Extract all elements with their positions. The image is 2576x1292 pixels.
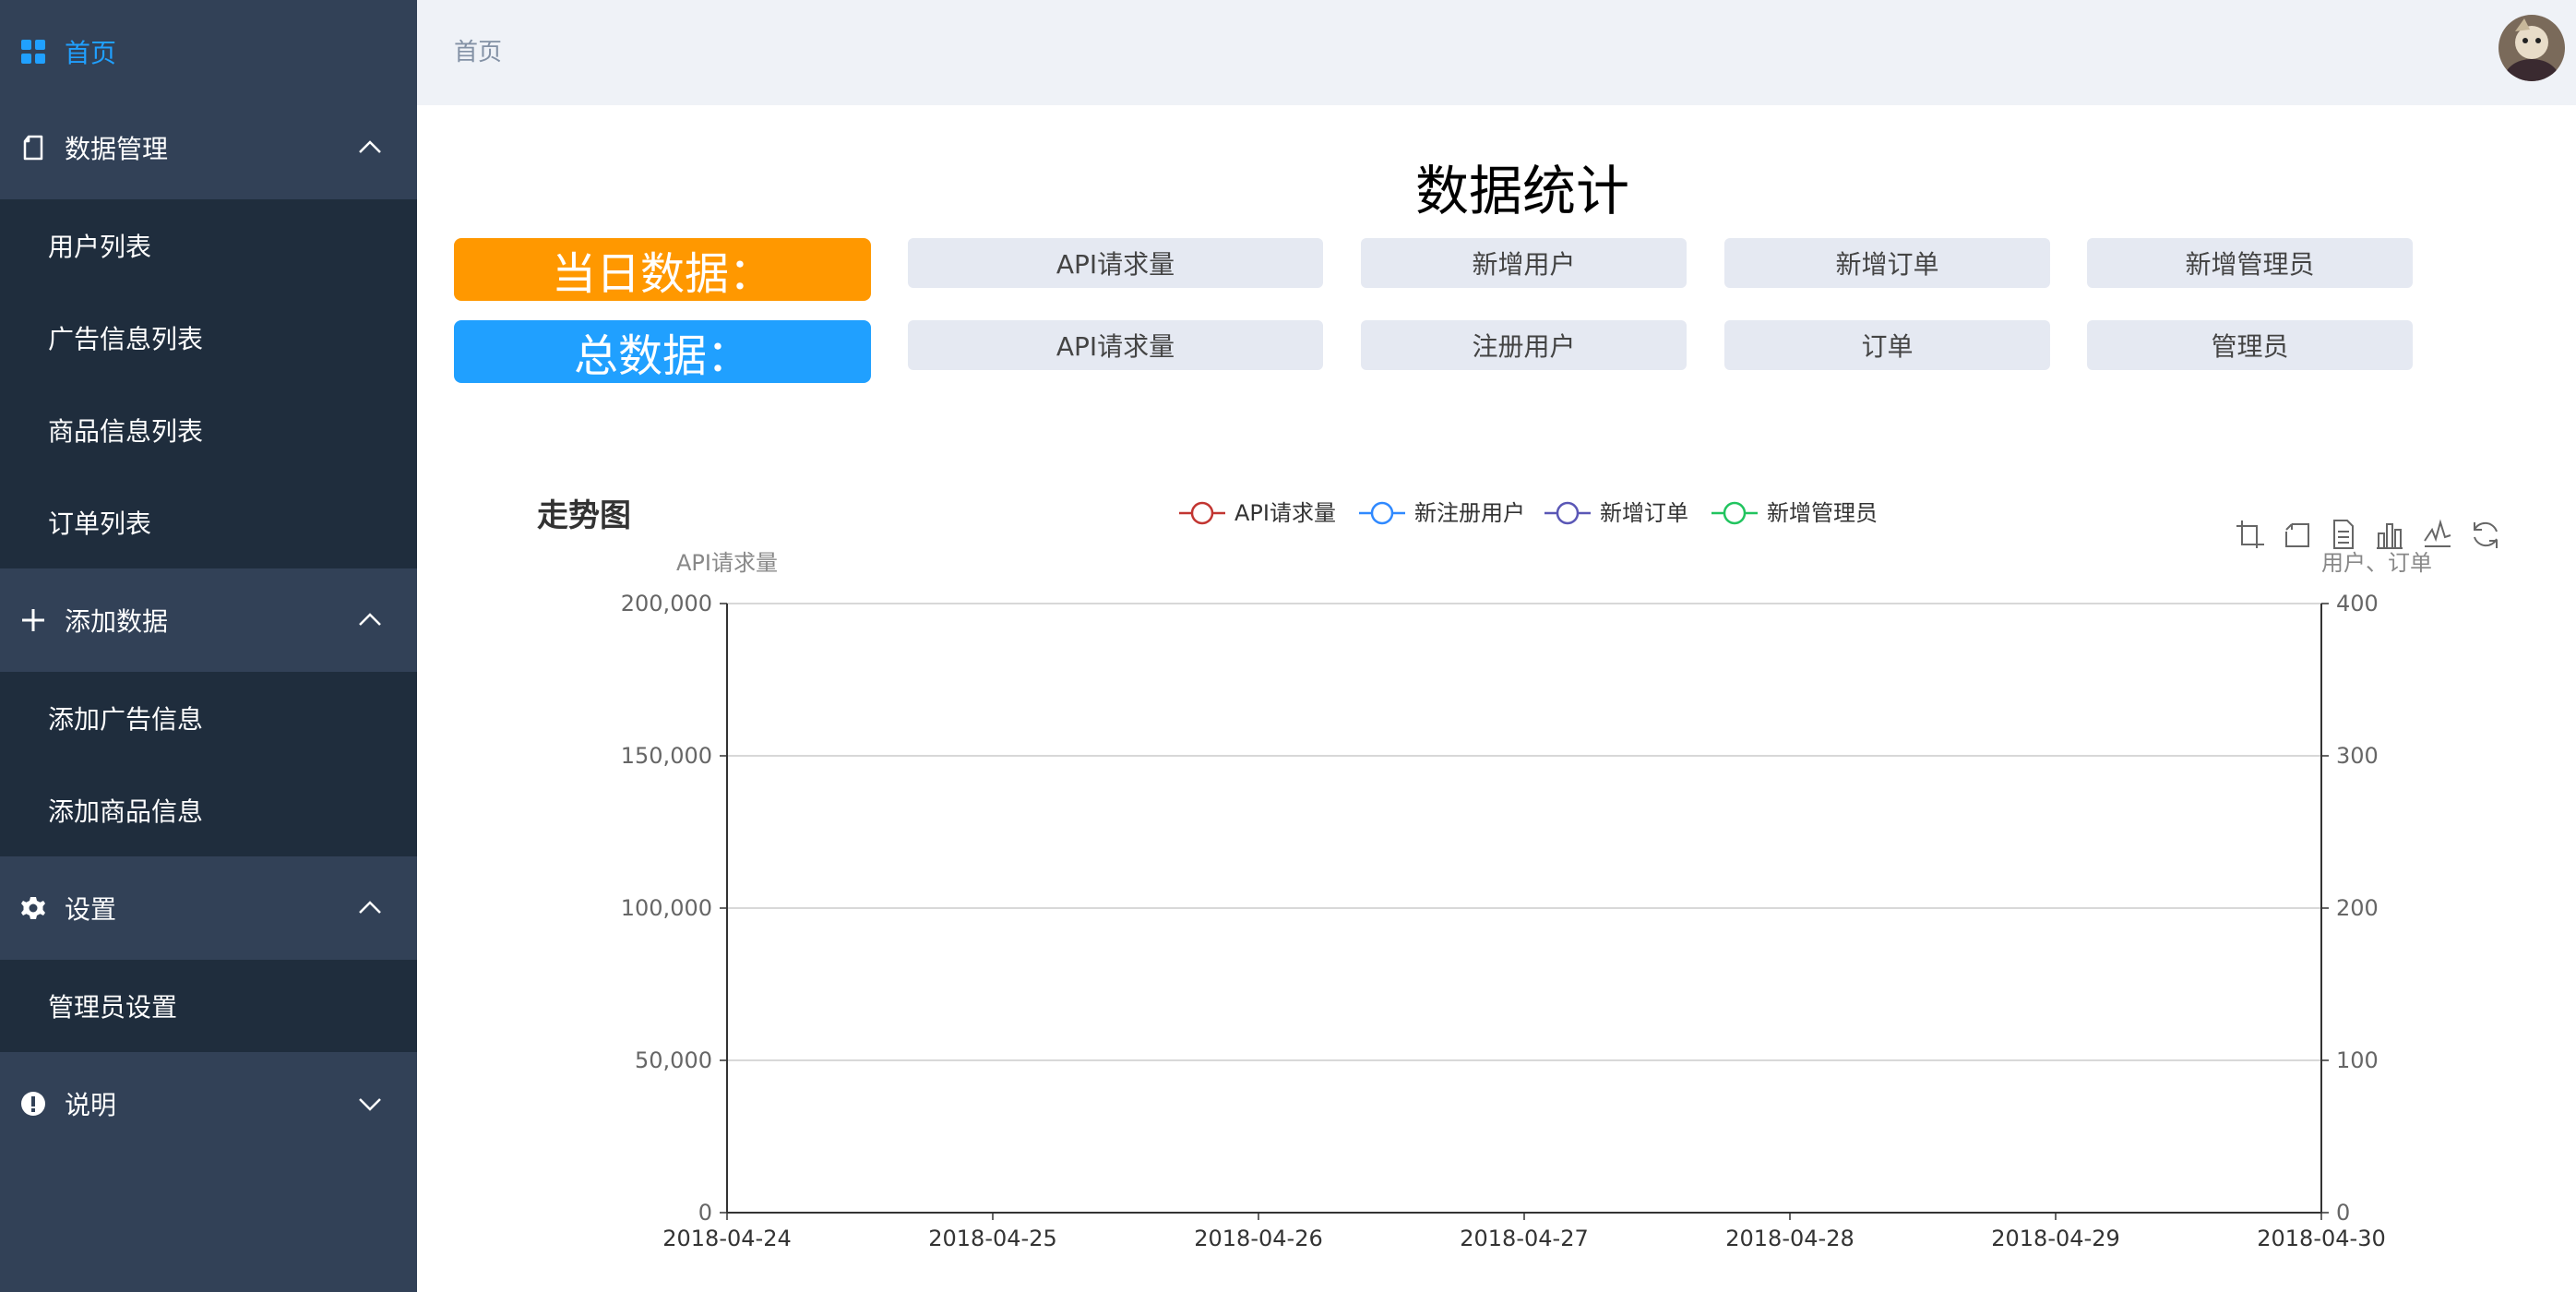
- y-left-tick-label: 150,000: [621, 743, 712, 769]
- sidebar-group-label: 添加数据: [65, 606, 169, 637]
- x-tick-label: 2018-04-27: [1460, 1226, 1588, 1251]
- x-tick-label: 2018-04-28: [1725, 1226, 1854, 1251]
- breadcrumb[interactable]: 首页: [454, 33, 502, 67]
- chart-title: 走势图: [537, 497, 631, 534]
- document-icon: [18, 133, 48, 162]
- zoom-reset-icon[interactable]: [2285, 523, 2309, 547]
- x-tick-label: 2018-04-29: [1991, 1226, 2119, 1251]
- chevron-up-icon: [359, 613, 381, 626]
- total-data-label: 总数据：: [454, 320, 871, 383]
- sidebar-group-add-data[interactable]: 添加数据: [0, 568, 417, 672]
- line-chart-icon[interactable]: [2424, 519, 2451, 547]
- y-right-tick-label: 200: [2336, 895, 2379, 921]
- y-left-tick-label: 200,000: [621, 591, 712, 616]
- total-orders: 订单: [1724, 320, 2050, 370]
- x-tick-label: 2018-04-25: [928, 1226, 1056, 1251]
- sidebar-item-user-list[interactable]: 用户列表: [0, 199, 417, 292]
- y-right-tick-label: 300: [2336, 743, 2379, 769]
- sidebar-group-label: 数据管理: [65, 134, 169, 164]
- legend-item[interactable]: 新注册用户: [1359, 500, 1525, 526]
- restore-icon[interactable]: [2474, 521, 2498, 548]
- y-left-tick-label: 0: [698, 1200, 712, 1226]
- sidebar-item-ad-list[interactable]: 广告信息列表: [0, 292, 417, 384]
- submenu-add-data: 添加广告信息 添加商品信息: [0, 672, 417, 856]
- total-registered-users: 注册用户: [1361, 320, 1687, 370]
- sidebar-group-data-management[interactable]: 数据管理: [0, 96, 417, 199]
- sidebar-group-settings[interactable]: 设置: [0, 856, 417, 960]
- legend-marker: [1723, 501, 1747, 525]
- sidebar-item-product-list[interactable]: 商品信息列表: [0, 384, 417, 476]
- plus-icon: [18, 605, 48, 635]
- legend-item[interactable]: 新增订单: [1544, 500, 1688, 526]
- legend-label: 新增订单: [1600, 500, 1688, 526]
- y-left-tick-label: 50,000: [635, 1047, 712, 1073]
- chart-toolbox: [2236, 519, 2498, 549]
- chevron-up-icon: [359, 901, 381, 914]
- sidebar-item-add-ad[interactable]: 添加广告信息: [0, 672, 417, 764]
- legend-marker: [1190, 501, 1214, 525]
- zoom-icon[interactable]: [2236, 520, 2264, 548]
- legend-item[interactable]: API请求量: [1179, 500, 1336, 526]
- x-tick-label: 2018-04-26: [1194, 1226, 1322, 1251]
- submenu-settings: 管理员设置: [0, 960, 417, 1052]
- today-new-admins: 新增管理员: [2087, 238, 2413, 288]
- header: 首页: [417, 0, 2576, 105]
- today-new-orders: 新增订单: [1724, 238, 2050, 288]
- chart-axes: 0 0 50,000 100 100,000 200 150,000 300 200,000 40…: [621, 591, 2386, 1251]
- y-left-tick-label: 100,000: [621, 895, 712, 921]
- total-admins: 管理员: [2087, 320, 2413, 370]
- x-tick-label: 2018-04-24: [662, 1226, 791, 1251]
- grid-icon: [18, 37, 48, 66]
- chart-grid: [727, 603, 2321, 1214]
- data-view-icon[interactable]: [2333, 520, 2354, 549]
- today-new-users: 新增用户: [1361, 238, 1687, 288]
- today-api-requests: API请求量: [908, 238, 1323, 288]
- user-avatar[interactable]: [2498, 15, 2565, 81]
- y-right-tick-label: 400: [2336, 591, 2379, 616]
- sidebar-item-home[interactable]: 首页: [0, 0, 417, 103]
- gear-icon: [18, 893, 48, 923]
- total-api-requests: API请求量: [908, 320, 1323, 370]
- today-data-label: 当日数据：: [454, 238, 871, 301]
- x-tick-label: 2018-04-30: [2257, 1226, 2385, 1251]
- sidebar-group-label: 说明: [65, 1090, 117, 1120]
- sidebar: 首页 数据管理 用户列表 广告信息列表 商品信息列表 订单列表 添加数据 添加广…: [0, 0, 417, 1292]
- legend-label: 新注册用户: [1414, 500, 1525, 526]
- sidebar-item-add-product[interactable]: 添加商品信息: [0, 764, 417, 856]
- sidebar-home-label: 首页: [65, 38, 117, 68]
- info-icon: [18, 1089, 48, 1119]
- y-right-axis-label: 用户、订单: [2321, 550, 2432, 576]
- legend-marker: [1556, 501, 1580, 525]
- chart-legend: API请求量 新注册用户 新增订单 新增管理员: [1179, 500, 1878, 526]
- legend-label: API请求量: [1234, 500, 1336, 526]
- trend-chart: 走势图 API请求量 新注册用户 新增订单 新增管理员 API请求量 用户、订单 00…: [537, 497, 2498, 1251]
- chevron-up-icon: [359, 140, 381, 153]
- legend-marker: [1370, 501, 1394, 525]
- sidebar-item-admin-settings[interactable]: 管理员设置: [0, 960, 417, 1052]
- sidebar-group-label: 设置: [65, 894, 117, 925]
- legend-item[interactable]: 新增管理员: [1711, 500, 1878, 526]
- bar-chart-icon[interactable]: [2377, 523, 2403, 549]
- chevron-down-icon: [359, 1098, 381, 1111]
- sidebar-item-order-list[interactable]: 订单列表: [0, 476, 417, 568]
- y-left-axis-label: API请求量: [676, 550, 778, 576]
- sidebar-group-help[interactable]: 说明: [0, 1052, 417, 1155]
- y-right-tick-label: 100: [2336, 1047, 2379, 1073]
- submenu-data-management: 用户列表 广告信息列表 商品信息列表 订单列表: [0, 199, 417, 568]
- page-title: 数据统计: [1414, 160, 1629, 222]
- legend-label: 新增管理员: [1767, 500, 1878, 526]
- y-right-tick-label: 0: [2336, 1200, 2350, 1226]
